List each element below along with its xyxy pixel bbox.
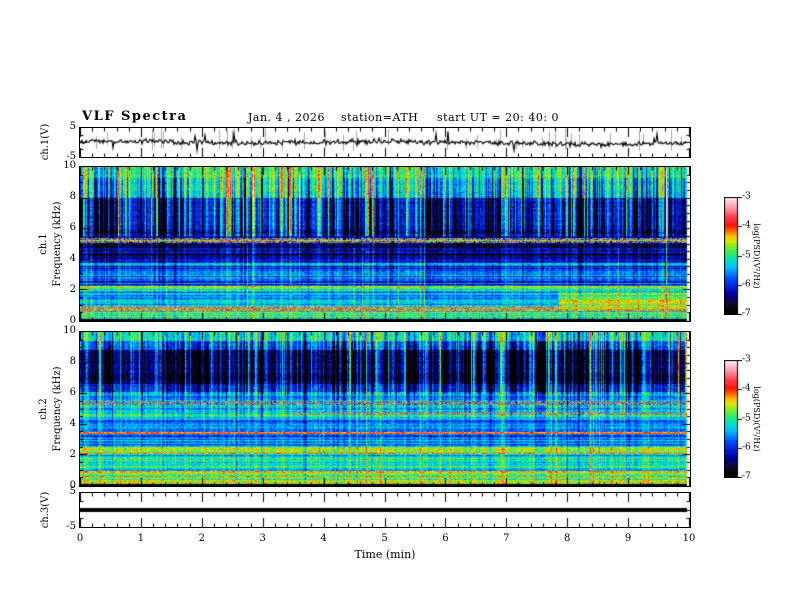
x-tick-label: 7 [503,533,510,544]
ch2-frequency-axis-label-line2: Frequency (kHz) [52,366,63,452]
colorbar-tick-label: -3 [742,191,751,202]
ch1-spectrogram-panel [79,166,691,322]
x-tick-label: 10 [682,533,696,544]
x-tick-label: 2 [198,533,205,544]
colorbar-tick-label: -6 [742,442,751,453]
colorbar-1-label: log(PSD)(V²/Hz) [752,223,761,289]
ch1-frequency-axis-label-line2: Frequency (kHz) [52,201,63,287]
x-tick-label: 1 [137,533,145,544]
vlf-spectra-figure: VLF Spectra Jan. 4 , 2026 station=ATH st… [0,0,792,612]
x-tick-label: 5 [381,533,388,544]
ch2-spectrogram-panel [79,331,691,487]
ch2-spectrogram-canvas [80,332,690,486]
colorbar-tick-label: -5 [742,250,751,260]
ch3-waveform-panel [79,492,691,528]
colorbar-tick-label: -5 [742,413,751,423]
colorbar-tick-label: -4 [742,220,751,231]
colorbar-2 [724,360,743,482]
ch3-waveform-canvas [80,493,690,527]
y-tick-label: 8 [69,356,76,367]
y-tick-label: 6 [69,222,76,233]
x-tick-label: 4 [320,533,327,544]
colorbar-tick-label: -4 [742,383,751,394]
x-tick-label: 0 [76,533,84,544]
x-axis-label: Time (min) [354,548,416,561]
figure-title: VLF Spectra [82,109,188,124]
colorbar-tick-label: -7 [742,471,751,482]
y-tick-label: 6 [69,387,76,398]
colorbar-2-label: log(PSD)(V²/Hz) [752,386,761,452]
ch2-frequency-axis-label-line1: ch.2 [38,398,49,420]
y-tick-label: 2 [69,449,76,460]
y-tick-label: 5 [69,486,76,497]
y-tick-label: 2 [69,284,76,295]
colorbar-tick-label: -3 [742,354,751,365]
y-tick-label: 10 [63,160,76,171]
y-tick-label: -5 [66,521,76,532]
colorbar-tick-label: -7 [742,308,751,319]
x-tick-label: 9 [624,533,632,544]
figure-start-ut: start UT = 20: 40: 0 [437,111,560,124]
x-tick-label: 3 [259,533,266,544]
colorbar-tick-label: -6 [742,279,751,290]
y-tick-label: 5 [69,121,76,132]
ch1-waveform-canvas [80,128,690,157]
x-tick-label: 8 [564,533,571,544]
ch1-spectrogram-canvas [80,167,690,321]
y-tick-label: 8 [69,191,76,202]
colorbar-1-canvas [724,197,743,315]
y-tick-label: 4 [69,418,76,429]
y-tick-label: 10 [63,325,76,336]
x-tick-label: 6 [442,533,449,544]
colorbar-2-canvas [724,360,743,478]
y-tick-label: 4 [69,253,76,264]
colorbar-1 [724,197,743,319]
figure-station: station=ATH [341,111,419,124]
ch1-frequency-axis-label-line1: ch.1 [38,233,49,255]
ch1-waveform-panel [79,127,691,158]
figure-date: Jan. 4 , 2026 [248,111,326,124]
